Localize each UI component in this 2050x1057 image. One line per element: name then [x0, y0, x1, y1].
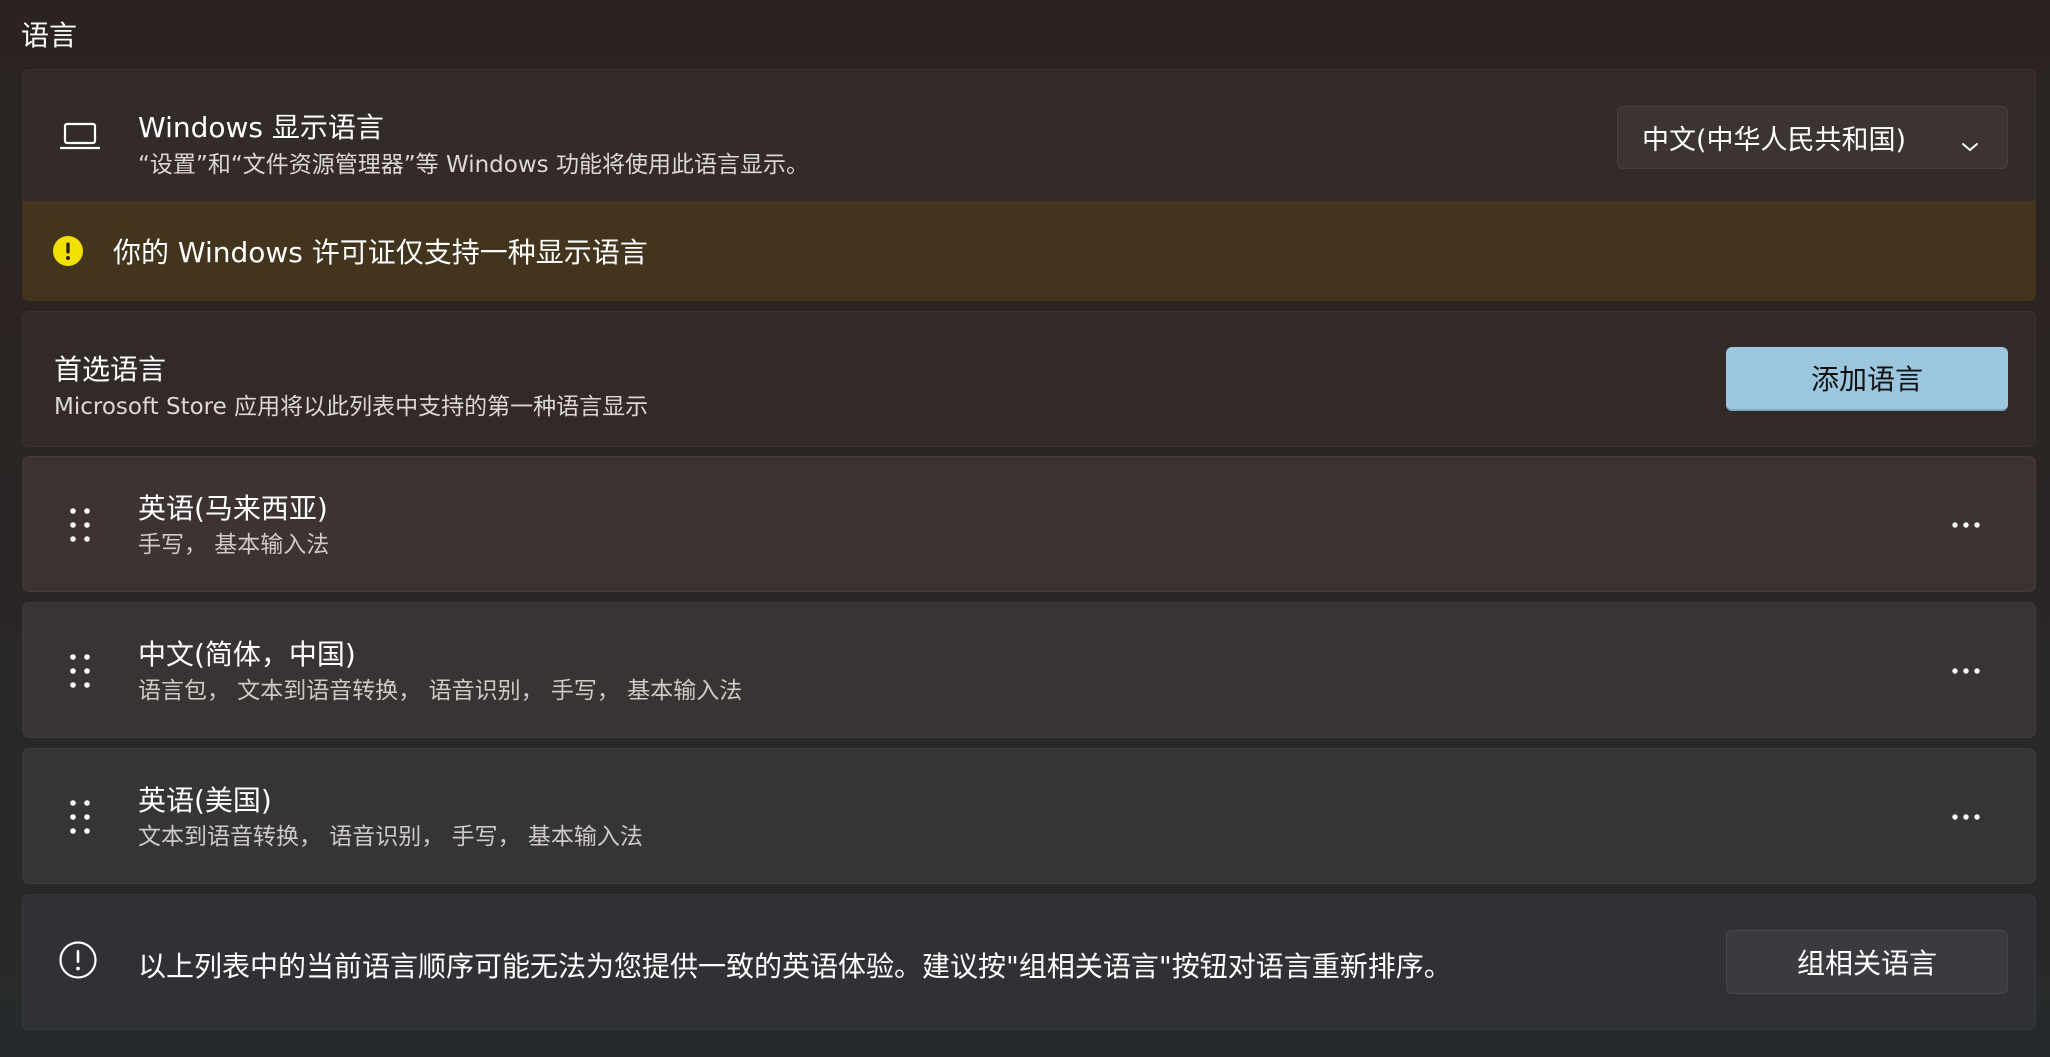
- license-warning-banner: 你的 Windows 许可证仅支持一种显示语言: [22, 201, 2036, 301]
- preferred-languages-card: 首选语言 Microsoft Store 应用将以此列表中支持的第一种语言显示 …: [22, 311, 2036, 447]
- drag-handle-icon[interactable]: [63, 503, 97, 547]
- warning-icon: [52, 235, 84, 267]
- license-warning-text: 你的 Windows 许可证仅支持一种显示语言: [113, 236, 648, 269]
- info-icon: [57, 939, 99, 981]
- language-name: 中文(简体，中国): [138, 638, 356, 671]
- display-language-description: “设置”和“文件资源管理器”等 Windows 功能将使用此语言显示。: [138, 152, 809, 178]
- more-options-icon[interactable]: [1937, 648, 1995, 694]
- display-language-dropdown[interactable]: 中文(中华人民共和国): [1617, 106, 2008, 169]
- display-language-card: Windows 显示语言 “设置”和“文件资源管理器”等 Windows 功能将…: [22, 69, 2036, 202]
- preferred-languages-description: Microsoft Store 应用将以此列表中支持的第一种语言显示: [54, 394, 649, 420]
- more-options-icon[interactable]: [1937, 794, 1995, 840]
- language-order-notice-card: 以上列表中的当前语言顺序可能无法为您提供一致的英语体验。建议按"组相关语言"按钮…: [22, 894, 2036, 1030]
- group-related-languages-button[interactable]: 组相关语言: [1726, 930, 2008, 994]
- display-language-selected: 中文(中华人民共和国): [1642, 125, 1907, 156]
- drag-handle-icon[interactable]: [63, 795, 97, 839]
- language-item[interactable]: 中文(简体，中国) 语言包， 文本到语音转换， 语音识别， 手写， 基本输入法: [22, 602, 2036, 738]
- language-features: 语言包， 文本到语音转换， 语音识别， 手写， 基本输入法: [138, 678, 743, 704]
- language-item[interactable]: 英语(马来西亚) 手写， 基本输入法: [22, 456, 2036, 592]
- chevron-down-icon: [1961, 129, 1979, 160]
- laptop-icon: [57, 114, 103, 160]
- language-name: 英语(马来西亚): [138, 492, 328, 525]
- language-features: 手写， 基本输入法: [138, 532, 330, 558]
- language-item[interactable]: 英语(美国) 文本到语音转换， 语音识别， 手写， 基本输入法: [22, 748, 2036, 884]
- language-name: 英语(美国): [138, 784, 272, 817]
- section-title: 语言: [21, 19, 78, 52]
- preferred-languages-title: 首选语言: [54, 353, 167, 386]
- language-order-notice-text: 以上列表中的当前语言顺序可能无法为您提供一致的英语体验。建议按"组相关语言"按钮…: [138, 950, 1452, 983]
- add-language-button[interactable]: 添加语言: [1726, 347, 2008, 411]
- drag-handle-icon[interactable]: [63, 649, 97, 693]
- display-language-title: Windows 显示语言: [138, 111, 384, 144]
- language-features: 文本到语音转换， 语音识别， 手写， 基本输入法: [138, 824, 643, 850]
- more-options-icon[interactable]: [1937, 502, 1995, 548]
